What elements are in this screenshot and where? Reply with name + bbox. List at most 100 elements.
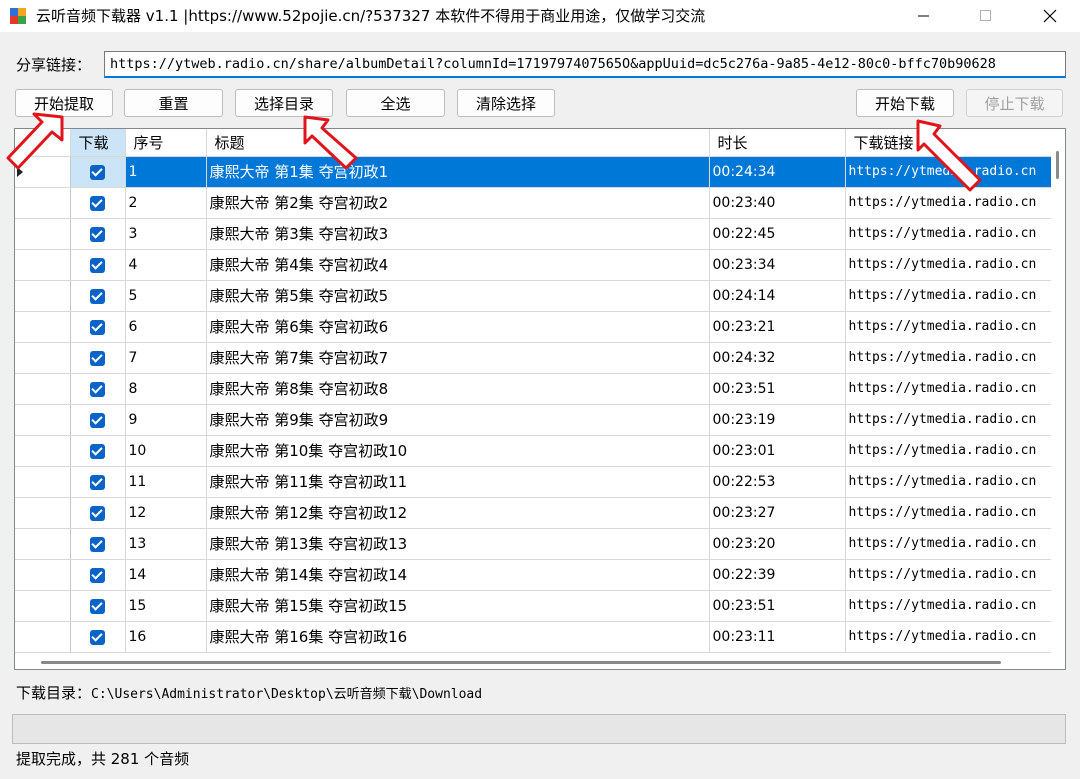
- table-row[interactable]: 5 康熙大帝 第5集 夺宫初政5 00:24:14 https://ytmedia.r…: [15, 280, 1054, 312]
- download-checkbox-cell[interactable]: [70, 466, 126, 498]
- table-row[interactable]: 11 康熙大帝 第11集 夺宫初政11 00:22:53 https://ytmedi…: [15, 466, 1054, 498]
- checkbox-checked-icon[interactable]: [90, 598, 105, 614]
- download-checkbox-cell[interactable]: [70, 280, 126, 312]
- row-index: 15: [125, 590, 207, 622]
- table-row[interactable]: 9 康熙大帝 第9集 夺宫初政9 00:23:19 https://ytmedia.r…: [15, 404, 1054, 436]
- checkbox-checked-icon[interactable]: [90, 288, 105, 304]
- table-row[interactable]: 3 康熙大帝 第3集 夺宫初政3 00:22:45 https://ytmedia.r…: [15, 218, 1054, 250]
- download-checkbox-cell[interactable]: [70, 373, 126, 405]
- row-download-link: https://ytmedia.radio.cn: [845, 249, 1054, 281]
- row-download-link: https://ytmedia.radio.cn: [845, 311, 1054, 343]
- table-row[interactable]: 2 康熙大帝 第2集 夺宫初政2 00:23:40 https://ytmedia.r…: [15, 187, 1054, 219]
- horizontal-scrollbar[interactable]: [15, 655, 1065, 669]
- row-header[interactable]: [15, 342, 71, 374]
- row-duration: 00:23:51: [709, 373, 846, 405]
- download-directory-path: C:\Users\Administrator\Desktop\云听音频下载\Do…: [91, 687, 483, 702]
- table-row[interactable]: 12 康熙大帝 第12集 夺宫初政12 00:23:27 https://ytmedi…: [15, 497, 1054, 529]
- download-checkbox-cell[interactable]: [70, 249, 126, 281]
- checkbox-checked-icon[interactable]: [90, 381, 105, 397]
- audio-list-grid[interactable]: 下载 序号 标题 时长 下载链接 1 康熙大帝 第1集 夺宫初政1 00:24:34…: [14, 128, 1066, 670]
- checkbox-checked-icon[interactable]: [90, 567, 105, 583]
- progress-bar: [12, 714, 1066, 744]
- table-row[interactable]: 4 康熙大帝 第4集 夺宫初政4 00:23:34 https://ytmedia.r…: [15, 249, 1054, 281]
- download-checkbox-cell[interactable]: [70, 311, 126, 343]
- row-header[interactable]: [15, 156, 71, 188]
- reset-button[interactable]: 重置: [124, 89, 223, 117]
- row-header[interactable]: [15, 249, 71, 281]
- checkbox-checked-icon[interactable]: [90, 164, 105, 180]
- row-duration: 00:23:27: [709, 497, 846, 529]
- checkbox-checked-icon[interactable]: [90, 226, 105, 242]
- download-checkbox-cell[interactable]: [70, 435, 126, 467]
- table-row[interactable]: 6 康熙大帝 第6集 夺宫初政6 00:23:21 https://ytmedia.r…: [15, 311, 1054, 343]
- download-checkbox-cell[interactable]: [70, 218, 126, 250]
- select-all-button[interactable]: 全选: [346, 89, 445, 117]
- download-checkbox-cell[interactable]: [70, 528, 126, 560]
- download-checkbox-cell[interactable]: [70, 156, 126, 188]
- row-title: 康熙大帝 第16集 夺宫初政16: [206, 621, 710, 653]
- choose-directory-button[interactable]: 选择目录: [235, 89, 333, 117]
- table-row[interactable]: 13 康熙大帝 第13集 夺宫初政13 00:23:20 https://ytmedi…: [15, 528, 1054, 560]
- column-header-index[interactable]: 序号: [125, 129, 207, 157]
- row-header[interactable]: [15, 528, 71, 560]
- row-header[interactable]: [15, 280, 71, 312]
- row-duration: 00:22:39: [709, 559, 846, 591]
- row-download-link: https://ytmedia.radio.cn: [845, 187, 1054, 219]
- maximize-button[interactable]: [958, 0, 1014, 32]
- download-checkbox-cell[interactable]: [70, 497, 126, 529]
- checkbox-checked-icon[interactable]: [90, 257, 105, 273]
- column-header-duration[interactable]: 时长: [709, 129, 846, 157]
- table-row[interactable]: 8 康熙大帝 第8集 夺宫初政8 00:23:51 https://ytmedia.r…: [15, 373, 1054, 405]
- row-title: 康熙大帝 第14集 夺宫初政14: [206, 559, 710, 591]
- close-button[interactable]: [1022, 0, 1078, 32]
- checkbox-checked-icon[interactable]: [90, 412, 105, 428]
- table-row[interactable]: 7 康熙大帝 第7集 夺宫初政7 00:24:32 https://ytmedia.r…: [15, 342, 1054, 374]
- download-checkbox-cell[interactable]: [70, 404, 126, 436]
- checkbox-checked-icon[interactable]: [90, 350, 105, 366]
- table-row[interactable]: 16 康熙大帝 第16集 夺宫初政16 00:23:11 https://ytmedi…: [15, 621, 1054, 653]
- row-download-link: https://ytmedia.radio.cn: [845, 621, 1054, 653]
- table-row[interactable]: 1 康熙大帝 第1集 夺宫初政1 00:24:34 https://ytmedia.r…: [15, 156, 1054, 188]
- table-row[interactable]: 15 康熙大帝 第15集 夺宫初政15 00:23:51 https://ytmedi…: [15, 590, 1054, 622]
- row-download-link: https://ytmedia.radio.cn: [845, 435, 1054, 467]
- start-extract-button[interactable]: 开始提取: [15, 89, 113, 117]
- checkbox-checked-icon[interactable]: [90, 536, 105, 552]
- row-header[interactable]: [15, 373, 71, 405]
- row-header[interactable]: [15, 187, 71, 219]
- start-download-button[interactable]: 开始下载: [856, 89, 954, 117]
- vertical-scrollbar[interactable]: [1051, 129, 1065, 669]
- horizontal-scroll-thumb[interactable]: [41, 661, 1001, 664]
- download-checkbox-cell[interactable]: [70, 342, 126, 374]
- row-header[interactable]: [15, 621, 71, 653]
- download-checkbox-cell[interactable]: [70, 621, 126, 653]
- checkbox-checked-icon[interactable]: [90, 474, 105, 490]
- close-icon: [1043, 9, 1057, 23]
- row-header[interactable]: [15, 497, 71, 529]
- column-header-download[interactable]: 下载: [70, 129, 126, 157]
- current-row-arrow-icon: [17, 166, 23, 177]
- download-checkbox-cell[interactable]: [70, 590, 126, 622]
- checkbox-checked-icon[interactable]: [90, 319, 105, 335]
- vertical-scroll-thumb[interactable]: [1056, 151, 1059, 179]
- checkbox-checked-icon[interactable]: [90, 505, 105, 521]
- checkbox-checked-icon[interactable]: [90, 443, 105, 459]
- clear-selection-button[interactable]: 清除选择: [457, 89, 555, 117]
- share-link-input[interactable]: https://ytweb.radio.cn/share/albumDetail…: [104, 51, 1066, 78]
- download-checkbox-cell[interactable]: [70, 559, 126, 591]
- row-header[interactable]: [15, 466, 71, 498]
- row-header[interactable]: [15, 218, 71, 250]
- minimize-button[interactable]: [896, 0, 952, 32]
- table-row[interactable]: 10 康熙大帝 第10集 夺宫初政10 00:23:01 https://ytmedi…: [15, 435, 1054, 467]
- row-index: 10: [125, 435, 207, 467]
- column-header-link[interactable]: 下载链接: [845, 129, 1054, 157]
- checkbox-checked-icon[interactable]: [90, 195, 105, 211]
- row-header[interactable]: [15, 311, 71, 343]
- column-header-title[interactable]: 标题: [206, 129, 710, 157]
- row-header[interactable]: [15, 404, 71, 436]
- row-header[interactable]: [15, 559, 71, 591]
- checkbox-checked-icon[interactable]: [90, 629, 105, 645]
- table-row[interactable]: 14 康熙大帝 第14集 夺宫初政14 00:22:39 https://ytmedi…: [15, 559, 1054, 591]
- row-header[interactable]: [15, 590, 71, 622]
- download-checkbox-cell[interactable]: [70, 187, 126, 219]
- row-header[interactable]: [15, 435, 71, 467]
